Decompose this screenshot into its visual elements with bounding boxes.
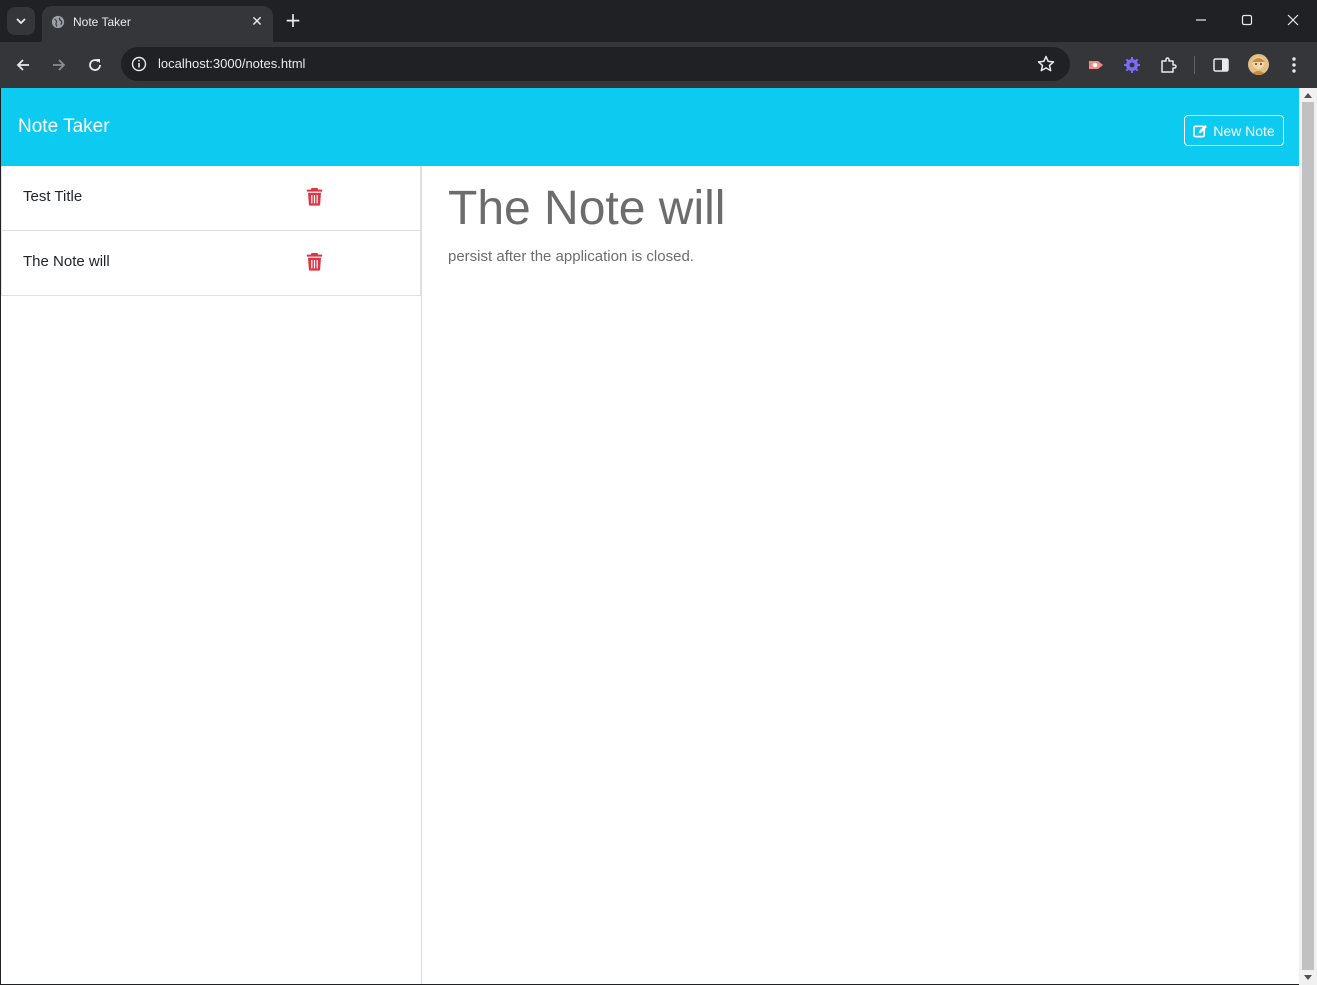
- brand-title[interactable]: Note Taker: [18, 116, 110, 138]
- tab-title: Note Taker: [73, 15, 131, 29]
- minimize-icon: [1196, 19, 1206, 21]
- trash-icon[interactable]: [306, 187, 323, 206]
- arrow-right-icon: [53, 59, 66, 71]
- address-bar[interactable]: localhost:3000/notes.html: [121, 47, 1070, 81]
- note-list-title[interactable]: The Note will: [23, 253, 110, 270]
- extension-gear-icon[interactable]: [1122, 55, 1142, 75]
- back-button[interactable]: [9, 51, 37, 79]
- minimize-button[interactable]: [1186, 6, 1216, 34]
- bookmark-star-icon[interactable]: [1036, 54, 1056, 74]
- url-text[interactable]: localhost:3000/notes.html: [158, 56, 305, 71]
- note-list-title[interactable]: Test Title: [23, 188, 82, 205]
- profile-avatar[interactable]: [1248, 54, 1269, 75]
- note-list-item[interactable]: The Note will: [1, 231, 421, 296]
- menu-kebab-icon[interactable]: [1286, 54, 1302, 76]
- browser-toolbar: localhost:3000/notes.html: [0, 42, 1317, 88]
- close-icon: [1287, 14, 1299, 26]
- web-page: Note Taker New Note Test Title The Note …: [1, 88, 1299, 984]
- arrow-left-icon: [16, 59, 29, 71]
- side-panel-icon[interactable]: [1211, 55, 1231, 75]
- forward-button[interactable]: [45, 51, 73, 79]
- app-navbar: Note Taker New Note: [1, 88, 1299, 166]
- close-window-button[interactable]: [1278, 6, 1308, 34]
- notes-sidebar: Test Title The Note will: [1, 166, 422, 984]
- toolbar-divider: [1194, 56, 1195, 74]
- new-note-button[interactable]: New Note: [1184, 115, 1284, 146]
- new-tab-button[interactable]: +: [281, 9, 305, 33]
- trash-icon[interactable]: [306, 252, 323, 271]
- reload-icon: [89, 59, 101, 71]
- globe-icon: [51, 15, 65, 29]
- note-title-field[interactable]: The Note will: [448, 181, 725, 236]
- note-list-item[interactable]: Test Title: [1, 166, 421, 231]
- maximize-icon: [1241, 14, 1253, 26]
- scrollbar-thumb[interactable]: [1302, 102, 1314, 970]
- browser-tab[interactable]: Note Taker ✕: [42, 6, 273, 42]
- note-text-field[interactable]: persist after the application is closed.: [448, 248, 694, 265]
- tab-search-button[interactable]: [7, 7, 35, 35]
- page-scrollbar[interactable]: [1299, 88, 1317, 985]
- chevron-down-icon: [16, 18, 26, 25]
- extensions-puzzle-icon[interactable]: [1158, 55, 1178, 75]
- extension-record-icon[interactable]: [1086, 55, 1106, 75]
- scroll-up-arrow[interactable]: [1304, 93, 1312, 98]
- maximize-button[interactable]: [1232, 6, 1262, 34]
- note-list: Test Title The Note will: [1, 166, 421, 296]
- scroll-down-arrow[interactable]: [1304, 975, 1312, 980]
- avatar-icon: [1251, 57, 1266, 75]
- new-note-label: New Note: [1213, 122, 1275, 139]
- edit-icon: [1193, 124, 1208, 137]
- tab-strip: Note Taker ✕ +: [0, 0, 1317, 42]
- info-icon[interactable]: [131, 56, 147, 72]
- browser-window: Note Taker ✕ + localhost:3000/notes.html: [0, 0, 1317, 985]
- reload-button[interactable]: [81, 51, 109, 79]
- close-tab-icon[interactable]: ✕: [249, 14, 265, 30]
